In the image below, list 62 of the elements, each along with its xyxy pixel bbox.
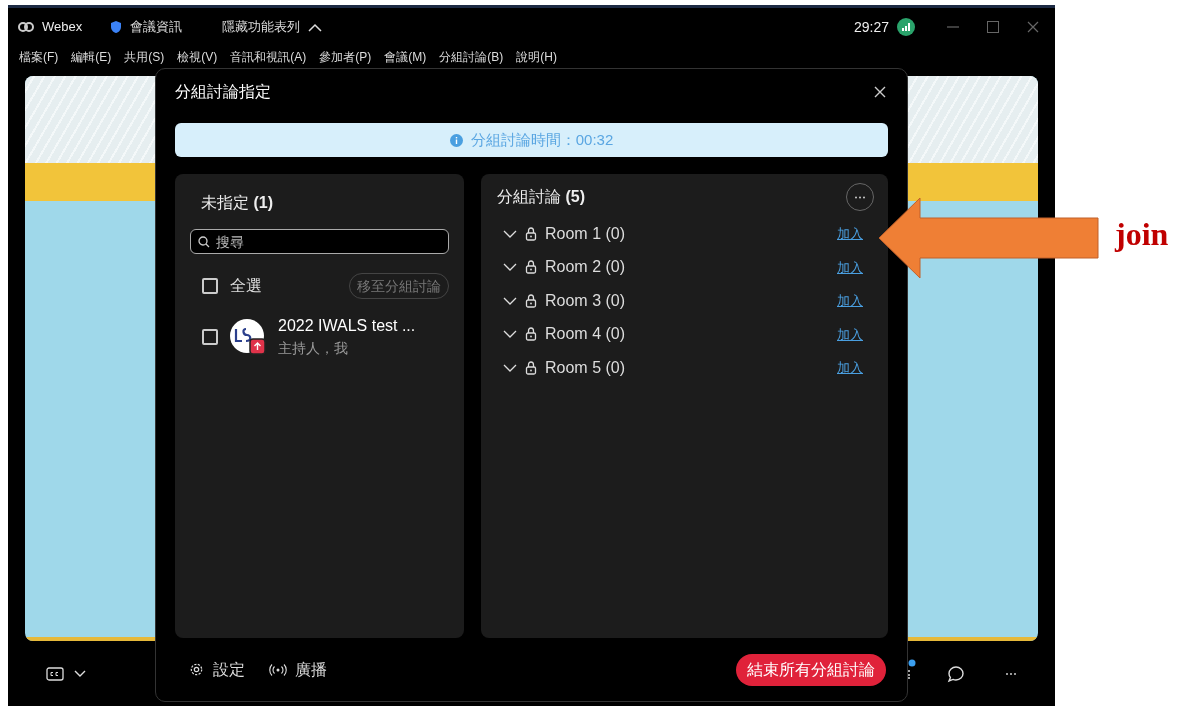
more-icon	[854, 195, 866, 199]
dialog-title: 分組討論指定	[175, 82, 271, 102]
webex-logo-icon	[18, 21, 34, 33]
panel-title: 分組討論 (5)	[497, 187, 585, 207]
participant-name: 2022 IWALS test ...	[278, 316, 416, 336]
broadcast-button[interactable]: 廣播	[269, 657, 327, 682]
maximize-icon[interactable]	[987, 21, 999, 33]
chevron-down-icon[interactable]	[74, 669, 86, 678]
chat-icon[interactable]	[947, 664, 965, 683]
end-all-breakouts-button[interactable]: 結束所有分組討論	[736, 653, 886, 686]
annotation-label: join	[1115, 218, 1169, 250]
lock-icon	[525, 226, 537, 241]
menu-item[interactable]: 會議(M)	[384, 48, 427, 66]
menu-item[interactable]: 共用(S)	[124, 48, 165, 66]
join-link[interactable]: 加入	[837, 224, 863, 244]
settings-button[interactable]: 設定	[189, 657, 245, 682]
broadcast-icon	[269, 663, 287, 676]
room-name: Room 2 (0)	[545, 257, 626, 278]
search-icon	[198, 236, 210, 248]
meeting-timer: 29:27	[853, 17, 889, 37]
menu-item[interactable]: 音訊和視訊(A)	[230, 48, 307, 66]
info-icon	[449, 133, 463, 147]
checkbox[interactable]	[202, 329, 218, 345]
menu-item[interactable]: 分組討論(B)	[439, 48, 504, 66]
more-icon[interactable]	[1005, 671, 1017, 676]
join-link[interactable]: 加入	[837, 257, 863, 277]
signal-icon	[897, 18, 915, 36]
chevron-down-icon[interactable]	[503, 229, 517, 238]
checkbox[interactable]	[202, 278, 218, 294]
room-name: Room 5 (0)	[545, 357, 626, 378]
settings-icon	[189, 662, 204, 677]
hide-menu-button[interactable]: 隱藏功能表列	[222, 17, 323, 37]
select-all-label: 全選	[230, 276, 262, 296]
menu-item[interactable]: 檢視(V)	[177, 48, 218, 66]
menu-item[interactable]: 檔案(F)	[19, 48, 59, 66]
chevron-down-icon[interactable]	[503, 296, 517, 305]
chevron-down-icon[interactable]	[503, 263, 517, 272]
search-field[interactable]: 搜尋	[190, 229, 449, 254]
menu-item[interactable]: 參加者(P)	[319, 48, 372, 66]
room-name: Room 4 (0)	[545, 324, 626, 345]
chevron-up-icon	[308, 22, 323, 32]
captions-icon[interactable]	[46, 666, 64, 681]
room-name: Room 1 (0)	[545, 223, 626, 244]
menu-item[interactable]: 說明(H)	[516, 48, 557, 66]
chevron-down-icon[interactable]	[503, 330, 517, 339]
chevron-down-icon[interactable]	[503, 363, 517, 372]
join-link[interactable]: 加入	[837, 291, 863, 311]
panel-title: 未指定 (1)	[201, 193, 273, 213]
join-link[interactable]: 加入	[837, 324, 863, 344]
room-name: Room 3 (0)	[545, 290, 626, 311]
app-name: Webex	[42, 18, 83, 37]
banner-text: 分組討論時間：00:32	[470, 129, 614, 150]
lock-icon	[525, 260, 537, 275]
meeting-info-button[interactable]: 會議資訊	[130, 17, 183, 37]
avatar-icon	[230, 319, 266, 355]
menu-item[interactable]: 編輯(E)	[71, 48, 112, 66]
lock-icon	[525, 327, 537, 342]
lock-icon	[525, 293, 537, 308]
participant-role: 主持人，我	[278, 339, 349, 358]
lock-icon	[525, 360, 537, 375]
shield-icon	[110, 20, 123, 34]
join-link[interactable]: 加入	[837, 358, 863, 378]
